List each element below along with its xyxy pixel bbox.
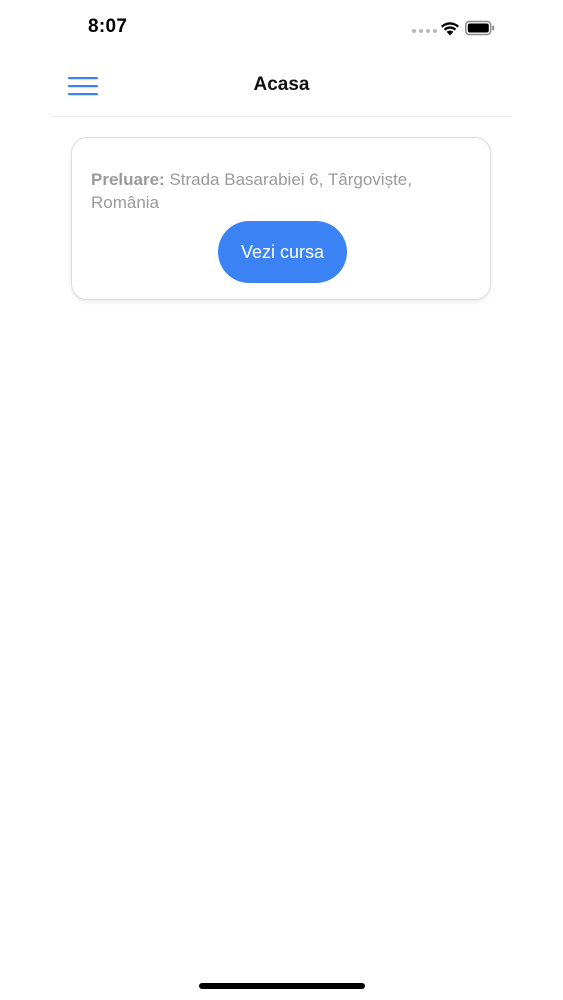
status-bar: 8:07: [0, 0, 563, 56]
battery-icon: [465, 20, 495, 36]
wifi-icon: [441, 22, 459, 36]
nav-bar: Acasa: [0, 56, 563, 116]
pickup-address-text: Preluare: Strada Basarabiei 6, Târgovișt…: [91, 168, 476, 214]
home-indicator[interactable]: [199, 983, 365, 989]
ride-card: Preluare: Strada Basarabiei 6, Târgovișt…: [71, 137, 491, 300]
pickup-label: Preluare:: [91, 170, 165, 189]
view-ride-button[interactable]: Vezi cursa: [218, 221, 347, 283]
nav-divider: [51, 116, 512, 117]
page-title: Acasa: [253, 74, 310, 95]
status-time: 8:07: [88, 16, 128, 37]
signal-dots-icon: [412, 29, 437, 33]
